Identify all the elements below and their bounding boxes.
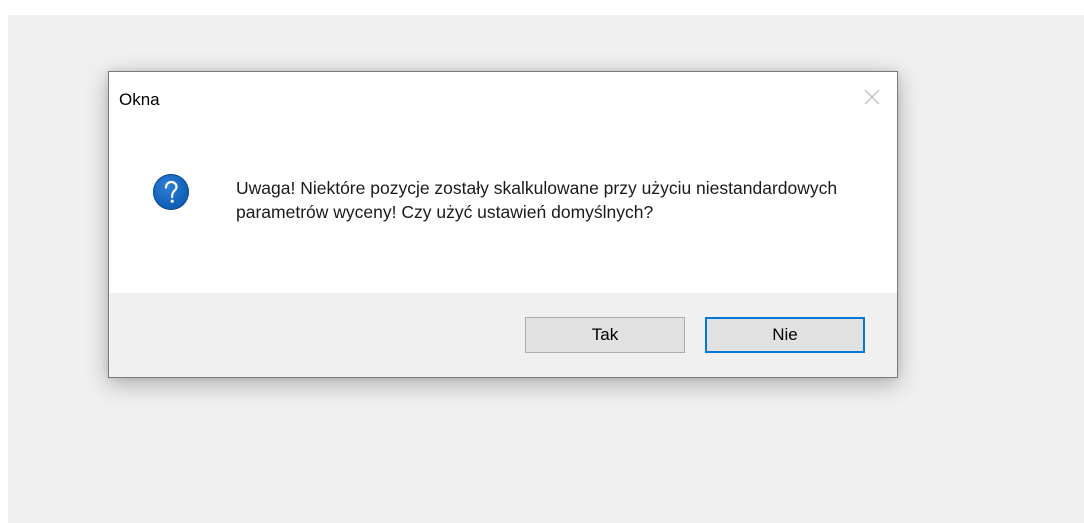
message-dialog: Okna Uwaga! Niektóre pozycje zostały ska… (108, 71, 898, 378)
dialog-content: Uwaga! Niektóre pozycje zostały skalkulo… (109, 128, 897, 293)
yes-button[interactable]: Tak (525, 317, 685, 353)
close-button[interactable] (857, 86, 887, 112)
question-icon (153, 174, 189, 210)
close-icon (863, 88, 881, 111)
dialog-button-bar: Tak Nie (109, 293, 897, 377)
dialog-message: Uwaga! Niektóre pozycje zostały skalkulo… (236, 178, 838, 222)
no-button[interactable]: Nie (705, 317, 865, 353)
dialog-titlebar[interactable]: Okna (109, 72, 897, 128)
dialog-title: Okna (119, 90, 160, 109)
